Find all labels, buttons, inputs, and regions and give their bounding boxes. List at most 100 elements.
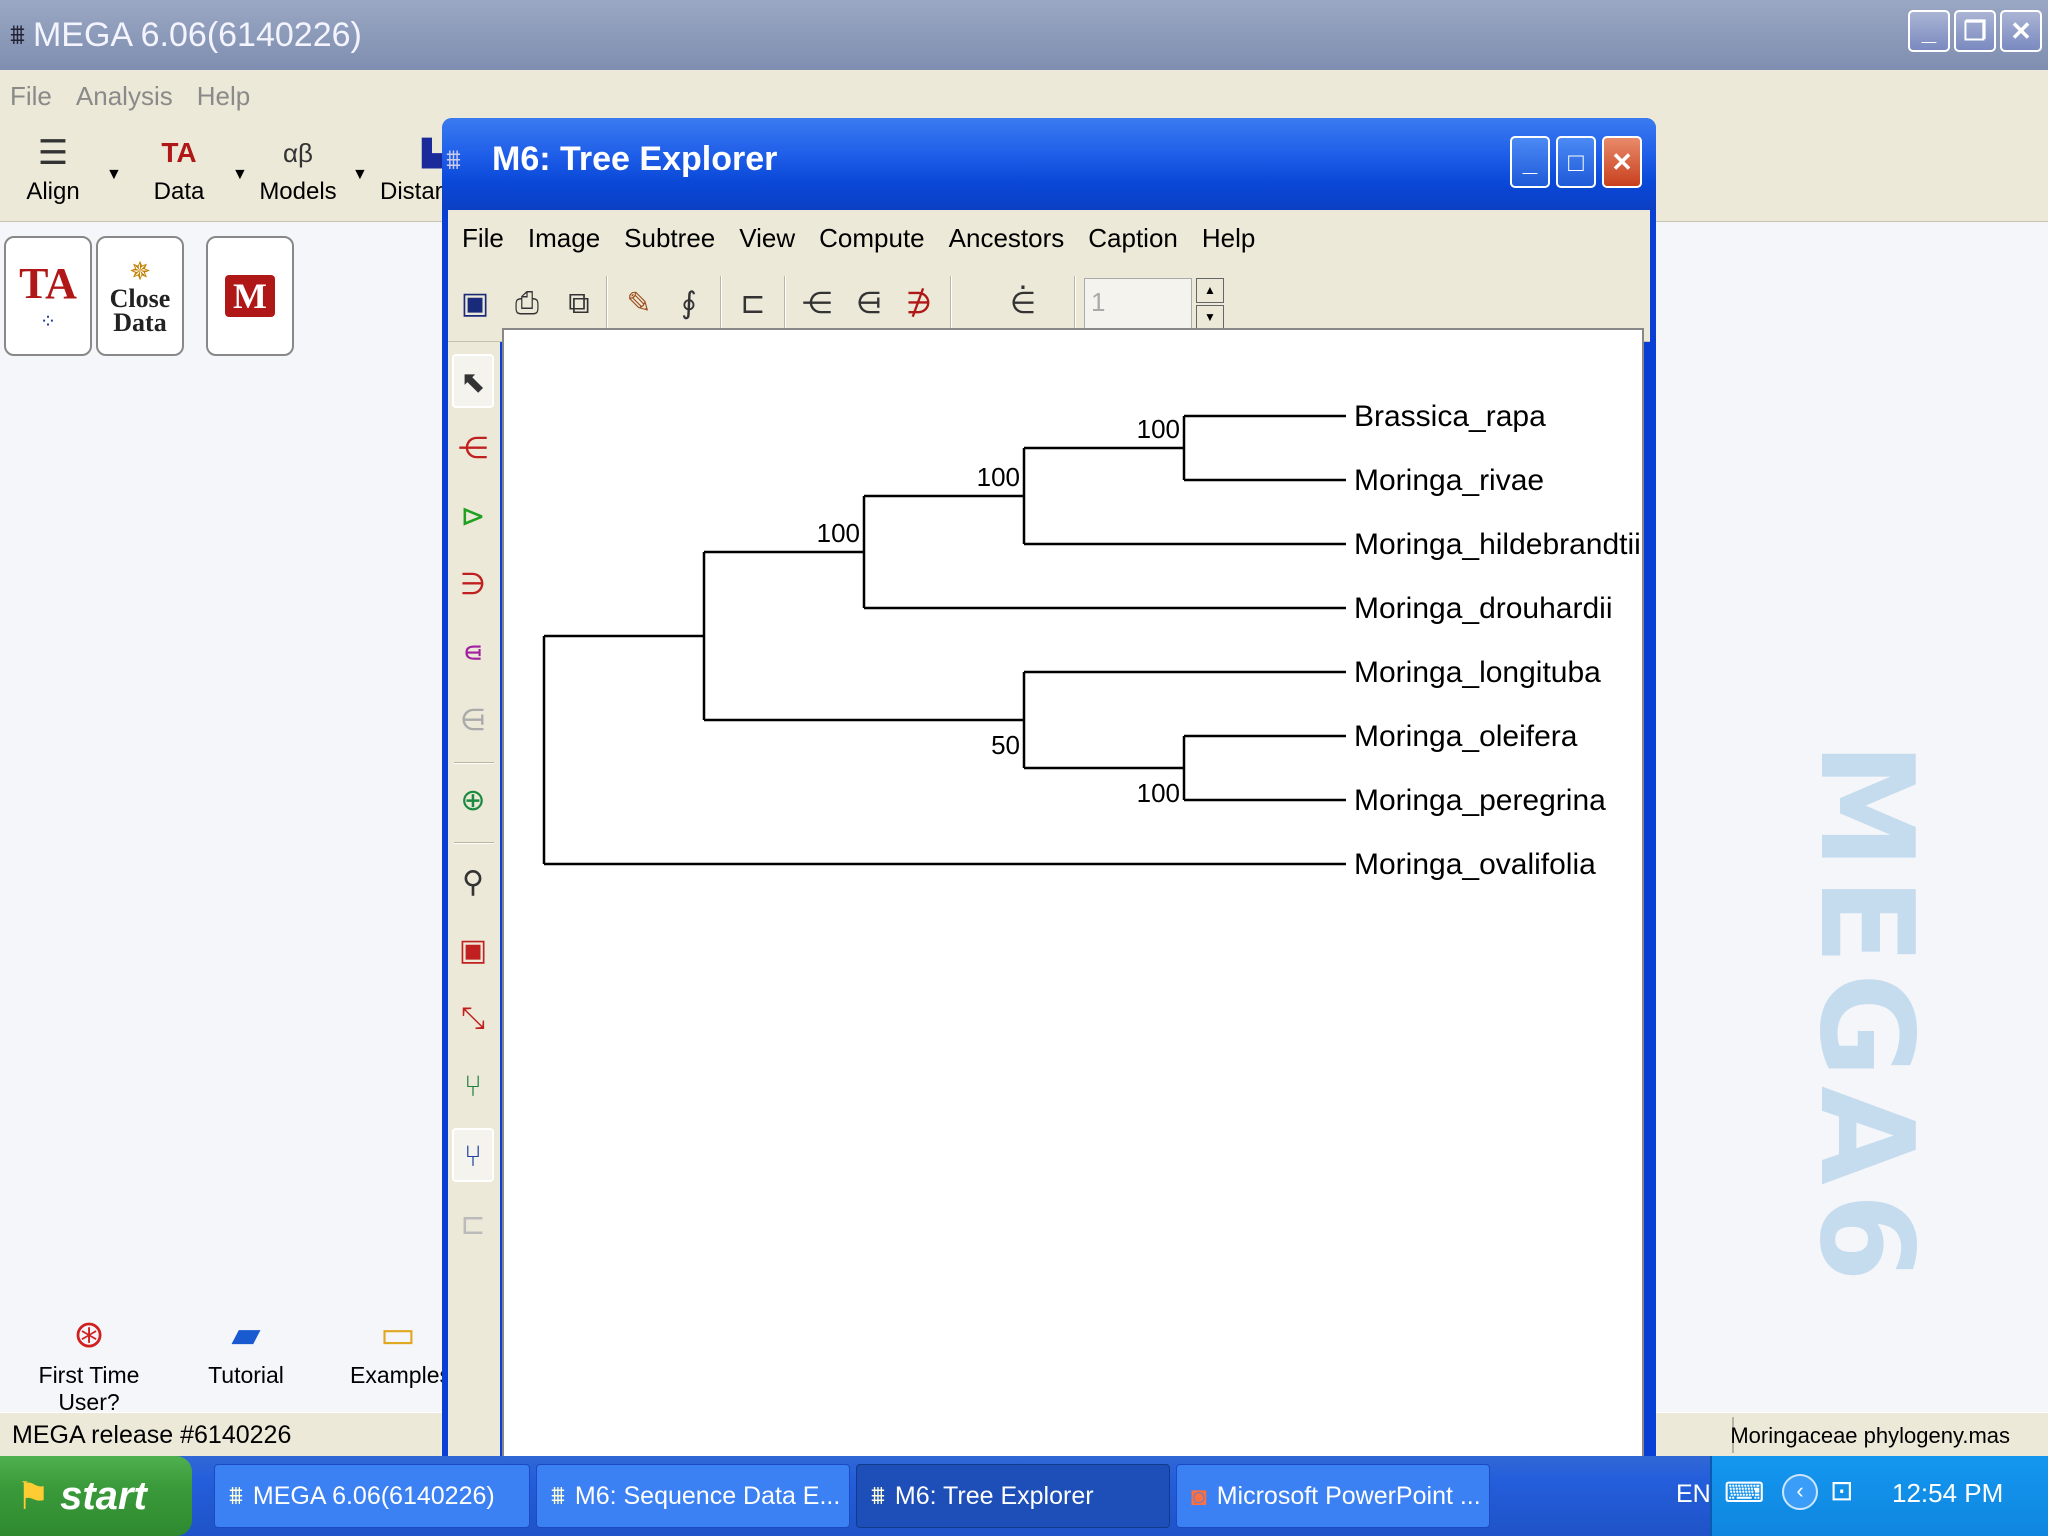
distance-icon: ▙ xyxy=(422,138,442,168)
main-minimize-button[interactable]: _ xyxy=(1908,10,1950,52)
rectangular-tree-icon[interactable]: ⊏ xyxy=(732,280,774,328)
resize-tree-icon[interactable]: ⤡ xyxy=(452,992,494,1046)
tree-resize-icon[interactable]: ⋵ xyxy=(988,280,1058,328)
root-on-midpoint-icon[interactable]: ⊳ xyxy=(452,490,494,544)
print-icon[interactable]: ⎙ xyxy=(506,280,548,328)
examples-link[interactable]: ▭ Examples xyxy=(350,1312,446,1389)
main-restore-button[interactable]: ❐ xyxy=(1954,10,1996,52)
align-button[interactable]: ☰ Align xyxy=(18,128,88,206)
network-icon[interactable]: ⊡ xyxy=(1830,1474,1853,1507)
clock[interactable]: 12:54 PM xyxy=(1892,1478,2003,1509)
tree-minimize-button[interactable]: _ xyxy=(1510,136,1550,188)
data-dropdown-caret[interactable]: ▼ xyxy=(232,166,248,184)
tree-menu-view[interactable]: View xyxy=(739,223,795,254)
taxon-label[interactable]: Moringa_longituba xyxy=(1354,656,1601,689)
show-subtree-separately-icon[interactable]: ⊕ xyxy=(452,774,494,828)
close-data-icon: ✵ xyxy=(129,257,151,286)
bootstrap-labels: 100 100 100 50 100 xyxy=(817,414,1180,808)
align-dropdown-caret[interactable]: ▼ xyxy=(106,166,122,184)
taxon-label[interactable]: Brassica_rapa xyxy=(1354,400,1546,433)
compress-subtree-icon[interactable]: ⋴ xyxy=(452,626,494,680)
cutoff-icon[interactable]: ∮ xyxy=(668,280,710,328)
circle-tree-icon[interactable]: ∌ xyxy=(898,280,940,328)
save-icon[interactable]: ▣ xyxy=(454,280,496,328)
copy-icon[interactable]: ⧉ xyxy=(558,280,600,328)
tree-index-stepper: ▲ ▼ xyxy=(1196,278,1224,330)
bootstrap-value[interactable]: 100 xyxy=(1137,414,1180,444)
close-data-button[interactable]: ✵ Close Data xyxy=(96,236,184,356)
tree-menu-ancestors[interactable]: Ancestors xyxy=(949,223,1065,254)
task-sequence-data-explorer[interactable]: ⩩ M6: Sequence Data E... xyxy=(536,1464,850,1528)
distance-button[interactable]: ▙ Distan xyxy=(380,128,442,206)
start-button[interactable]: ⚑ start xyxy=(0,1456,192,1536)
task-mega-main[interactable]: ⩩ MEGA 6.06(6140226) xyxy=(214,1464,530,1528)
powerpoint-icon: ◙ xyxy=(1191,1480,1207,1511)
data-file-status: Moringaceae phylogeny.mas xyxy=(1730,1423,2010,1448)
stepper-up-button[interactable]: ▲ xyxy=(1196,278,1224,303)
bootstrap-value[interactable]: 100 xyxy=(1137,778,1180,808)
taxon-label[interactable]: Moringa_rivae xyxy=(1354,464,1544,497)
main-close-button[interactable]: ✕ xyxy=(2000,10,2042,52)
models-button[interactable]: αβ Models xyxy=(258,128,338,206)
main-menu-file[interactable]: File xyxy=(10,81,52,112)
language-indicator[interactable]: EN xyxy=(1676,1480,1711,1509)
taxon-label[interactable]: Moringa_hildebrandtii xyxy=(1354,528,1641,561)
branch-lengths-icon[interactable]: ⑂ xyxy=(452,1128,494,1182)
first-time-user-link[interactable]: ⊛ First Time User? xyxy=(14,1312,164,1416)
show-hidden-icons-chevron-icon[interactable]: ‹ xyxy=(1782,1474,1818,1510)
lifebuoy-icon: ⊛ xyxy=(73,1314,105,1356)
subtree-drawing-icon[interactable]: ⋳ xyxy=(452,694,494,748)
tree-menu-help[interactable]: Help xyxy=(1202,223,1255,254)
tree-menu-compute[interactable]: Compute xyxy=(819,223,925,254)
straight-tree-icon[interactable]: ⋳ xyxy=(848,280,890,328)
tutorial-link[interactable]: ▰ Tutorial xyxy=(196,1312,296,1389)
task-powerpoint[interactable]: ◙ Microsoft PowerPoint ... xyxy=(1176,1464,1490,1528)
bootstrap-value[interactable]: 100 xyxy=(817,518,860,548)
tree-menu-image[interactable]: Image xyxy=(528,223,600,254)
models-icon: αβ xyxy=(283,138,313,168)
tree-menu-caption[interactable]: Caption xyxy=(1088,223,1178,254)
release-status: MEGA release #6140226 xyxy=(12,1421,292,1449)
tree-canvas[interactable]: Brassica_rapa Moringa_rivae Moringa_hildeb… xyxy=(502,328,1644,1458)
auto-size-icon[interactable]: ▣ xyxy=(452,924,494,978)
tree-branches xyxy=(542,414,1346,866)
taxon-label[interactable]: Moringa_drouhardii xyxy=(1354,592,1613,625)
main-menu-help[interactable]: Help xyxy=(197,81,250,112)
topology-only-icon[interactable]: ⋲ xyxy=(796,280,838,328)
book-icon: ▰ xyxy=(231,1314,261,1356)
scale-bar-icon[interactable]: ⊏ xyxy=(452,1198,494,1252)
pointer-icon[interactable]: ⬉ xyxy=(452,354,494,408)
tree-maximize-button[interactable]: □ xyxy=(1556,136,1596,188)
taxon-label[interactable]: Moringa_oleifera xyxy=(1354,720,1578,753)
bootstrap-value[interactable]: 50 xyxy=(991,730,1020,760)
binoculars-icon[interactable]: ⚲ xyxy=(452,856,494,910)
main-menu-analysis[interactable]: Analysis xyxy=(76,81,173,112)
main-title-bar[interactable]: ⩩ MEGA 6.06(6140226) _ ❐ ✕ xyxy=(0,0,2048,70)
phylogenetic-tree: Brassica_rapa Moringa_rivae Moringa_hildeb… xyxy=(542,400,1641,881)
stepper-down-button[interactable]: ▼ xyxy=(1196,305,1224,330)
tree-explorer-window: ⩩ M6: Tree Explorer _ □ ✕ File Image Sub… xyxy=(442,118,1656,1458)
models-dropdown-caret[interactable]: ▼ xyxy=(352,166,368,184)
flip-subtree-icon[interactable]: ∋ xyxy=(452,558,494,612)
tree-menu-bar: File Image Subtree View Compute Ancestor… xyxy=(448,210,1650,266)
taxon-label[interactable]: Moringa_peregrina xyxy=(1354,784,1606,817)
tree-menu-file[interactable]: File xyxy=(462,223,504,254)
node-ids-icon[interactable]: ⑂ xyxy=(452,1060,494,1114)
task-tree-explorer[interactable]: ⩩ M6: Tree Explorer xyxy=(856,1464,1170,1528)
tree-index-input[interactable]: 1 xyxy=(1084,278,1192,330)
keyboard-icon[interactable]: ⌨ xyxy=(1724,1476,1764,1509)
folder-icon: ▭ xyxy=(380,1314,416,1356)
tree-close-button[interactable]: ✕ xyxy=(1602,136,1642,188)
bootstrap-value[interactable]: 100 xyxy=(977,462,1020,492)
mega-app-icon: ⩩ xyxy=(229,1480,243,1510)
data-button[interactable]: TA Data xyxy=(144,128,214,206)
alignment-explorer-button[interactable]: TA ⁘ xyxy=(4,236,92,356)
place-root-icon[interactable]: ⋲ xyxy=(452,422,494,476)
options-icon[interactable]: ✎ xyxy=(618,280,660,328)
taxon-label[interactable]: Moringa_ovalifolia xyxy=(1354,848,1596,881)
data-icon: TA xyxy=(161,137,197,168)
mega-document-button[interactable]: M xyxy=(206,236,294,356)
mega6-watermark: MEGA6 xyxy=(1791,742,1940,1290)
tree-menu-subtree[interactable]: Subtree xyxy=(624,223,715,254)
tree-explorer-title-bar[interactable]: ⩩ M6: Tree Explorer _ □ ✕ xyxy=(442,118,1656,210)
